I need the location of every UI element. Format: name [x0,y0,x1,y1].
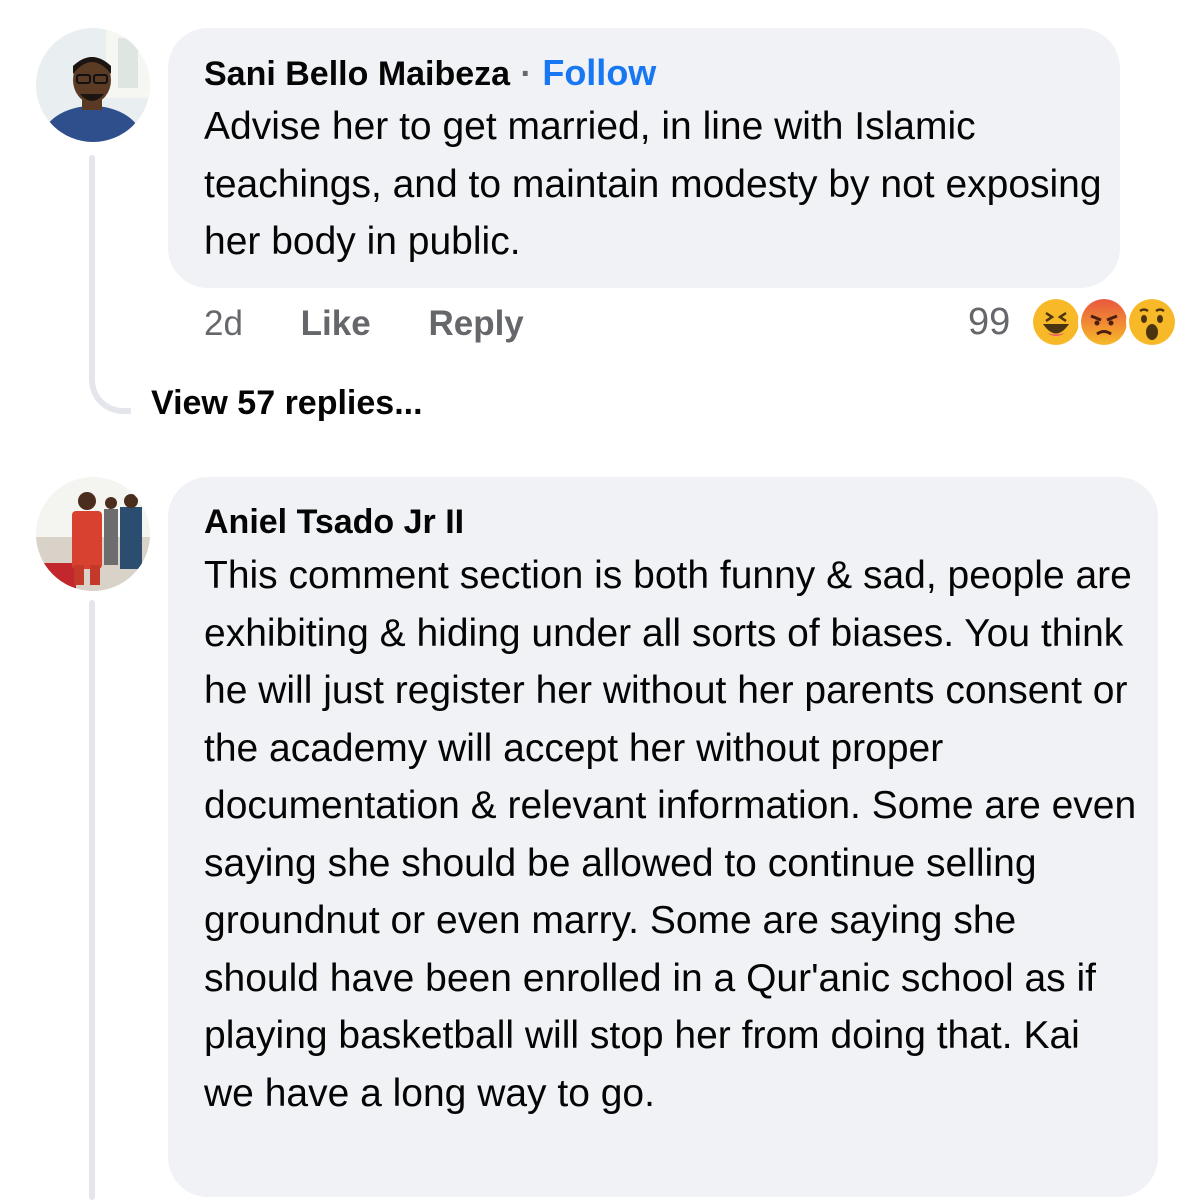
reaction-icons[interactable] [1030,296,1180,348]
comment-author[interactable]: Aniel Tsado Jr II [204,503,464,542]
avatar-photo [36,477,150,591]
reaction-count[interactable]: 99 [968,301,1010,344]
separator-dot: · [520,55,532,93]
follow-link[interactable]: Follow [542,52,656,93]
wow-icon [1126,296,1178,348]
avatar-photo [36,28,150,142]
like-button[interactable]: Like [301,304,371,343]
avatar[interactable] [36,28,150,142]
comment-text: This comment section is both funny & sad… [204,554,1137,1115]
thread-connector-curve [89,330,131,414]
comment-timestamp[interactable]: 2d [204,304,243,343]
reply-button[interactable]: Reply [428,304,523,343]
comment-header: Sani Bello Maibeza · Follow [204,52,656,94]
avatar[interactable] [36,477,150,591]
haha-icon [1030,296,1082,348]
view-replies-link[interactable]: View 57 replies... [151,384,423,423]
angry-icon [1078,296,1130,348]
comment-author[interactable]: Sani Bello Maibeza [204,55,510,93]
comment-text: Advise her to get married, in line with … [204,105,1102,263]
comment-actions: 2d Like Reply [204,304,524,344]
thread-line [89,600,95,1200]
